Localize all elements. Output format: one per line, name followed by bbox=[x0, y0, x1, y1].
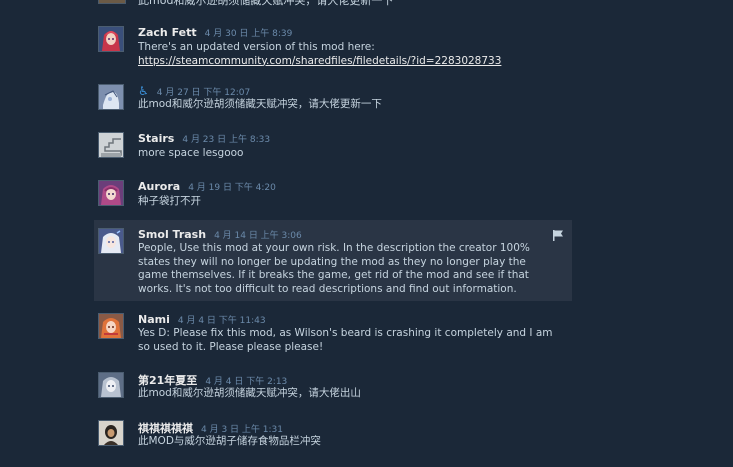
comment-author[interactable]: Aurora bbox=[138, 180, 180, 193]
cutoff-comment: 此mod和威尔逊胡须储藏天赋冲突，请大佬更新一下 bbox=[98, 0, 568, 7]
comment: Stairs 4 月 23 日 上午 8:33 more space lesgo… bbox=[94, 124, 572, 168]
comment-timestamp: 4 月 30 日 上午 8:39 bbox=[204, 29, 293, 39]
comment-text: more space lesgooo bbox=[138, 147, 244, 159]
avatar[interactable] bbox=[98, 132, 124, 158]
comment-author[interactable]: Nami bbox=[138, 313, 170, 326]
stairs-avatar bbox=[99, 133, 123, 157]
comment-thread: 此mod和威尔逊胡须储藏天赋冲突，请大佬更新一下 Zach Fett 4 月 3… bbox=[0, 0, 733, 467]
blue-sketch-avatar bbox=[99, 85, 123, 109]
comment: Nami 4 月 4 日 下午 11:43 Yes D: Please fix … bbox=[94, 305, 572, 365]
comment: 第21年夏至 4 月 4 日 下午 2:13 此mod和威尔逊胡须储藏天赋冲突，… bbox=[94, 364, 572, 408]
avatar[interactable] bbox=[98, 228, 124, 254]
avatar[interactable] bbox=[98, 180, 124, 206]
comment: 祺祺祺祺祺 4 月 3 日 上午 1:31 此MOD与威尔逊胡子储存食物品栏冲突 bbox=[94, 412, 572, 456]
comment-text: 此mod和威尔逊胡须储藏天赋冲突，请大佬更新一下 bbox=[138, 0, 394, 7]
comment-author[interactable]: ♿ bbox=[138, 84, 149, 98]
comment-text: There's an updated version of this mod h… bbox=[138, 41, 375, 53]
comment-author[interactable]: 第21年夏至 bbox=[138, 372, 197, 388]
red-haired-avatar bbox=[99, 27, 123, 51]
comment-timestamp: 4 月 3 日 上午 1:31 bbox=[201, 425, 283, 435]
comment: Zach Fett 4 月 30 日 上午 8:39 There's an up… bbox=[94, 18, 572, 74]
avatar[interactable] bbox=[98, 0, 126, 4]
grey-anime-avatar bbox=[99, 373, 123, 397]
comment-text: 此mod和威尔逊胡须储藏天赋冲突，请大佬出山 bbox=[138, 387, 361, 399]
mod-link[interactable]: https://steamcommunity.com/sharedfiles/f… bbox=[138, 55, 501, 67]
comment-timestamp: 4 月 23 日 上午 8:33 bbox=[182, 135, 271, 145]
dark-character-avatar bbox=[99, 421, 123, 445]
comment-timestamp: 4 月 4 日 下午 2:13 bbox=[205, 377, 288, 387]
comment-timestamp: 4 月 19 日 下午 4:20 bbox=[188, 183, 276, 193]
avatar[interactable] bbox=[98, 84, 124, 110]
accessibility-icon: ♿ bbox=[138, 84, 149, 98]
comment-timestamp: 4 月 14 日 上午 3:06 bbox=[214, 231, 302, 241]
avatar[interactable] bbox=[98, 372, 124, 398]
avatar[interactable] bbox=[98, 420, 124, 446]
comment-author[interactable]: Zach Fett bbox=[138, 26, 197, 39]
orange-anime-avatar bbox=[99, 314, 123, 338]
flag-icon[interactable] bbox=[552, 226, 564, 241]
comment-text: People, Use this mod at your own risk. I… bbox=[138, 242, 530, 295]
comment: ♿ 4 月 27 日 下午 12:07 此mod和威尔逊胡须储藏天赋冲突，请大佬… bbox=[94, 76, 572, 120]
comment-timestamp: 4 月 27 日 下午 12:07 bbox=[156, 88, 251, 98]
white-anime-avatar bbox=[99, 229, 123, 253]
comment-text: Yes D: Please fix this mod, as Wilson's … bbox=[138, 327, 553, 353]
comment-text: 种子袋打不开 bbox=[138, 195, 201, 207]
comment-author[interactable]: 祺祺祺祺祺 bbox=[138, 420, 193, 436]
avatar[interactable] bbox=[98, 26, 124, 52]
comment-body: There's an updated version of this mod h… bbox=[138, 41, 554, 68]
comment-text: 此mod和威尔逊胡须储藏天赋冲突，请大佬更新一下 bbox=[138, 98, 382, 110]
avatar[interactable] bbox=[98, 313, 124, 339]
comment-text: 此MOD与威尔逊胡子储存食物品栏冲突 bbox=[138, 435, 321, 447]
comment-author[interactable]: Smol Trash bbox=[138, 228, 206, 241]
purple-anime-avatar bbox=[99, 181, 123, 205]
comment-timestamp: 4 月 4 日 下午 11:43 bbox=[177, 316, 266, 326]
comment-author[interactable]: Stairs bbox=[138, 132, 174, 145]
comment: Aurora 4 月 19 日 下午 4:20 种子袋打不开 bbox=[94, 172, 572, 216]
comment-highlighted: Smol Trash 4 月 14 日 上午 3:06 People, Use … bbox=[94, 220, 572, 301]
